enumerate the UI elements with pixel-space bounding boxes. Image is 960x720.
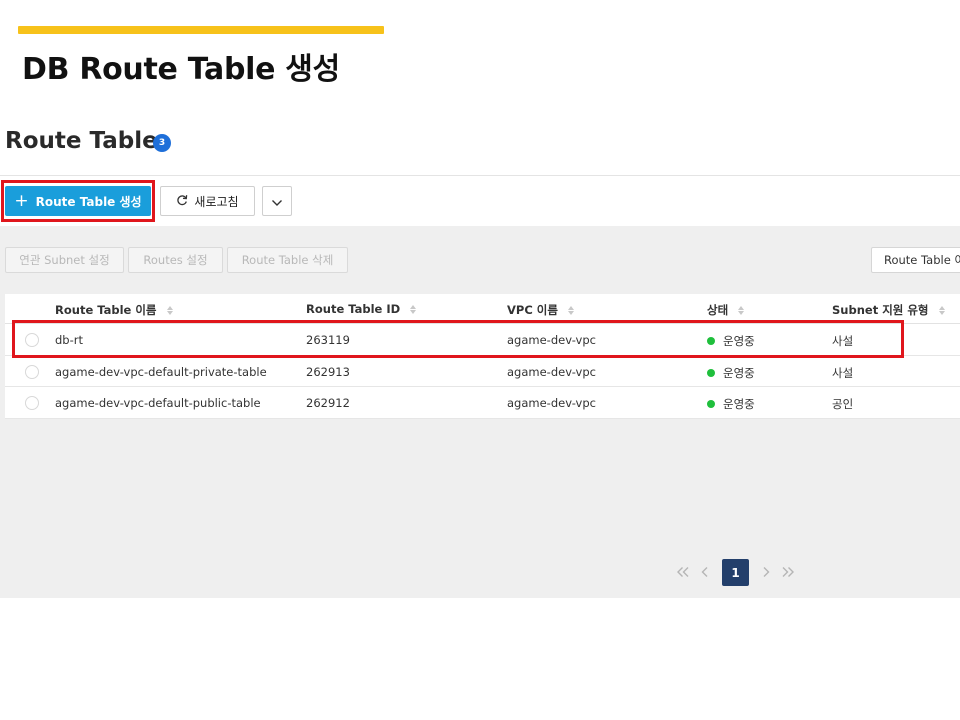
- cell-name: agame-dev-vpc-default-private-table: [55, 364, 267, 379]
- column-header-name[interactable]: Route Table 이름: [55, 302, 173, 318]
- count-badge: 3: [153, 134, 171, 152]
- accent-bar: [18, 26, 384, 34]
- toolbar: + Route Table 생성 새로고침: [0, 176, 960, 226]
- row-select-radio[interactable]: [25, 396, 39, 410]
- column-header-vpc[interactable]: VPC 이름: [507, 302, 574, 318]
- cell-subnet-type: 사설: [832, 365, 854, 380]
- more-dropdown-button[interactable]: [262, 186, 292, 216]
- double-chevron-right-icon: [781, 564, 795, 582]
- cell-id: 262912: [306, 396, 350, 410]
- cell-status: 운영중: [707, 365, 755, 381]
- cell-vpc: agame-dev-vpc: [507, 364, 596, 379]
- next-page-button[interactable]: [759, 559, 773, 587]
- sort-icon: [567, 305, 574, 315]
- content-area: 연관 Subnet 설정 Routes 설정 Route Table 삭제 Ro…: [0, 226, 960, 598]
- sort-icon: [166, 305, 173, 315]
- row-select-radio[interactable]: [25, 364, 39, 379]
- prev-page-button[interactable]: [698, 559, 712, 587]
- slide-title: DB Route Table 생성: [22, 52, 340, 87]
- column-header-status[interactable]: 상태: [707, 302, 745, 318]
- create-button-highlight: [1, 180, 155, 222]
- cell-name: agame-dev-vpc-default-public-table: [55, 396, 261, 410]
- double-chevron-left-icon: [676, 564, 690, 582]
- cell-id: 262913: [306, 364, 350, 379]
- refresh-button[interactable]: 새로고침: [160, 186, 255, 216]
- selected-row-highlight: [12, 320, 904, 358]
- column-header-subnet-type[interactable]: Subnet 지원 유형: [832, 302, 945, 318]
- delete-route-table-button[interactable]: Route Table 삭제: [227, 247, 348, 273]
- refresh-button-label: 새로고침: [194, 194, 239, 209]
- column-header-id[interactable]: Route Table ID: [306, 302, 417, 316]
- table-row[interactable]: agame-dev-vpc-default-private-table 2629…: [5, 355, 960, 387]
- search-filter-select[interactable]: Route Table 이름: [871, 247, 960, 273]
- cell-subnet-type: 공인: [832, 397, 854, 411]
- refresh-icon: [176, 194, 188, 209]
- page-title: Route Table: [5, 128, 158, 154]
- sort-icon: [738, 305, 745, 315]
- status-dot-icon: [707, 400, 715, 408]
- status-dot-icon: [707, 368, 715, 377]
- cell-vpc: agame-dev-vpc: [507, 396, 596, 410]
- subnet-settings-button[interactable]: 연관 Subnet 설정: [5, 247, 124, 273]
- last-page-button[interactable]: [779, 559, 797, 587]
- sort-icon: [938, 305, 945, 315]
- routes-settings-button[interactable]: Routes 설정: [128, 247, 223, 273]
- pagination: 1: [0, 559, 960, 587]
- chevron-left-icon: [701, 564, 709, 582]
- panel-header: Route Table 3: [0, 110, 960, 176]
- page-number-current[interactable]: 1: [722, 559, 749, 586]
- chevron-right-icon: [762, 564, 770, 582]
- table-row[interactable]: agame-dev-vpc-default-public-table 26291…: [5, 387, 960, 419]
- chevron-down-icon: [271, 192, 283, 211]
- cell-status: 운영중: [707, 396, 755, 412]
- first-page-button[interactable]: [674, 559, 692, 587]
- sort-icon: [410, 304, 417, 314]
